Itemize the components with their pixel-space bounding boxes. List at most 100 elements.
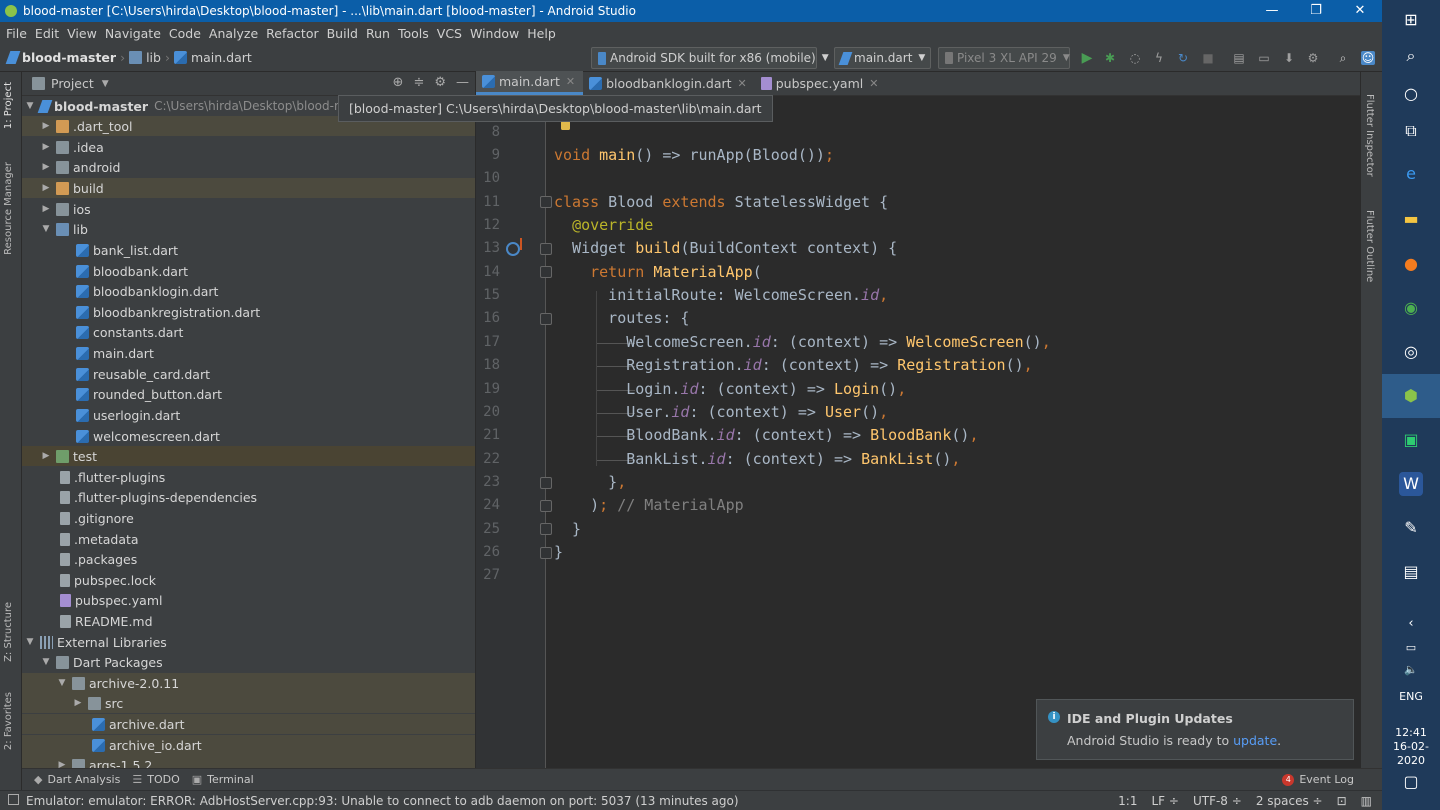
project-view-selector[interactable]: Project: [51, 76, 94, 91]
hot-reload-icon[interactable]: ϟ: [1152, 51, 1166, 65]
task-view-icon[interactable]: ⧉: [1399, 119, 1423, 143]
tree-item[interactable]: bloodbanklogin.dart: [22, 281, 475, 301]
update-notification[interactable]: i IDE and Plugin Updates Android Studio …: [1036, 699, 1354, 760]
tree-item[interactable]: README.md: [22, 611, 475, 631]
attach-icon[interactable]: ◌: [1128, 51, 1142, 65]
breadcrumb-folder[interactable]: lib: [146, 50, 161, 65]
dart-analysis-tool-button[interactable]: ◆ Dart Analysis: [34, 773, 120, 786]
menu-analyze[interactable]: Analyze: [205, 26, 262, 41]
menu-view[interactable]: View: [63, 26, 101, 41]
tree-item[interactable]: ▶ android: [22, 157, 475, 177]
tree-item[interactable]: bank_list.dart: [22, 240, 475, 260]
menu-run[interactable]: Run: [362, 26, 394, 41]
menu-code[interactable]: Code: [165, 26, 205, 41]
minimize-button[interactable]: —: [1250, 0, 1294, 22]
run-icon[interactable]: ▶: [1080, 51, 1094, 65]
flutter-inspector-tool-button[interactable]: Flutter Inspector: [1364, 94, 1375, 177]
fold-icon[interactable]: [540, 547, 552, 559]
tree-item[interactable]: ▼ Dart Packages: [22, 652, 475, 672]
tree-item[interactable]: .packages: [22, 549, 475, 569]
update-link[interactable]: update: [1233, 733, 1277, 748]
caret-position[interactable]: 1:1: [1118, 794, 1137, 808]
tree-item[interactable]: ▼ archive-2.0.11: [22, 673, 475, 693]
tree-item[interactable]: .flutter-plugins: [22, 467, 475, 487]
tree-item[interactable]: pubspec.yaml: [22, 590, 475, 610]
firefox-icon[interactable]: ●: [1399, 252, 1423, 276]
cortana-icon[interactable]: ○: [1399, 82, 1423, 106]
tree-item[interactable]: userlogin.dart: [22, 405, 475, 425]
tree-item[interactable]: bloodbankregistration.dart: [22, 302, 475, 322]
hot-restart-icon[interactable]: ↻: [1176, 51, 1190, 65]
fold-icon[interactable]: [540, 266, 552, 278]
hide-icon[interactable]: —: [456, 75, 469, 90]
tree-item[interactable]: ▶ test: [22, 446, 475, 466]
chevron-up-icon[interactable]: ‹: [1399, 612, 1423, 636]
avd-selector[interactable]: Pixel 3 XL API 29 ▼: [938, 47, 1070, 69]
tree-item[interactable]: bloodbank.dart: [22, 261, 475, 281]
android-studio-taskbar-icon[interactable]: ⬢: [1382, 374, 1440, 418]
notepad-icon[interactable]: ▤: [1399, 560, 1423, 584]
sync-icon[interactable]: ▤: [1232, 51, 1246, 65]
windows-start-icon[interactable]: ⊞: [1399, 8, 1423, 32]
tree-item[interactable]: welcomescreen.dart: [22, 426, 475, 446]
fold-icon[interactable]: [540, 313, 552, 325]
menu-file[interactable]: File: [2, 26, 31, 41]
clock[interactable]: 12:41 16-02-2020: [1382, 726, 1440, 768]
profiler-icon[interactable]: ⚙: [1306, 51, 1320, 65]
tab-main-dart[interactable]: main.dart ✕: [476, 71, 584, 95]
chevron-down-icon[interactable]: ▼: [102, 79, 109, 89]
tree-item[interactable]: main.dart: [22, 343, 475, 363]
maximize-button[interactable]: ❐: [1294, 0, 1338, 22]
tab-pubspec-yaml[interactable]: pubspec.yaml ✕: [755, 71, 887, 95]
panel-toggle-icon[interactable]: [8, 794, 19, 805]
edge-icon[interactable]: e: [1399, 162, 1423, 186]
menu-vcs[interactable]: VCS: [433, 26, 466, 41]
search-icon[interactable]: ⌕: [1336, 51, 1350, 65]
tree-item[interactable]: archive_io.dart: [22, 735, 475, 755]
collapse-all-icon[interactable]: ≑: [413, 75, 424, 90]
menu-window[interactable]: Window: [466, 26, 523, 41]
event-log-tool-button[interactable]: 4 Event Log: [1282, 773, 1354, 786]
stop-icon[interactable]: ■: [1201, 51, 1215, 65]
tree-item[interactable]: .gitignore: [22, 508, 475, 528]
fold-icon[interactable]: [540, 500, 552, 512]
locate-icon[interactable]: ⊕: [393, 75, 404, 90]
lock-icon[interactable]: ⊡: [1337, 794, 1347, 808]
line-separator[interactable]: LF ÷: [1151, 794, 1178, 808]
close-button[interactable]: ✕: [1338, 0, 1382, 22]
breadcrumb-project[interactable]: blood-master: [22, 50, 116, 65]
battery-icon[interactable]: ▭: [1399, 636, 1423, 660]
structure-tool-button[interactable]: Z: Structure: [3, 602, 14, 662]
memory-indicator-icon[interactable]: ▥: [1361, 794, 1372, 808]
tree-item[interactable]: .flutter-plugins-dependencies: [22, 487, 475, 507]
chrome-icon[interactable]: ◉: [1399, 296, 1423, 320]
resource-manager-tool-button[interactable]: Resource Manager: [3, 162, 14, 255]
status-message[interactable]: Emulator: emulator: ERROR: AdbHostServer…: [26, 794, 739, 808]
debug-icon[interactable]: ✱: [1103, 51, 1117, 65]
app-icon[interactable]: ▣: [1399, 428, 1423, 452]
code-editor[interactable]: 8 9 10 11 12 13 14 15 16 17 18 19 20 21 …: [476, 96, 1360, 768]
tree-item[interactable]: ▶ build: [22, 178, 475, 198]
close-icon[interactable]: ✕: [566, 75, 575, 88]
menu-edit[interactable]: Edit: [31, 26, 63, 41]
todo-tool-button[interactable]: ☰ TODO: [132, 773, 179, 786]
tree-item[interactable]: rounded_button.dart: [22, 384, 475, 404]
tree-item[interactable]: ▶ src: [22, 693, 475, 713]
fold-icon[interactable]: [540, 243, 552, 255]
close-icon[interactable]: ✕: [738, 77, 747, 90]
tree-item[interactable]: ▼ External Libraries: [22, 632, 475, 652]
terminal-tool-button[interactable]: ▣ Terminal: [192, 773, 254, 786]
tree-item[interactable]: .metadata: [22, 529, 475, 549]
tree-item[interactable]: archive.dart: [22, 714, 475, 734]
gear-icon[interactable]: ⚙: [434, 75, 446, 90]
tab-bloodbanklogin-dart[interactable]: bloodbanklogin.dart ✕: [583, 71, 755, 95]
indent-setting[interactable]: 2 spaces ÷: [1256, 794, 1323, 808]
input-language[interactable]: ENG: [1382, 690, 1440, 703]
project-tool-button[interactable]: 1: Project: [3, 82, 14, 129]
close-icon[interactable]: ✕: [869, 77, 878, 90]
favorites-tool-button[interactable]: 2: Favorites: [3, 692, 14, 750]
tree-item[interactable]: ▼ lib: [22, 219, 475, 239]
fold-icon[interactable]: [540, 523, 552, 535]
account-icon[interactable]: ☺: [1361, 51, 1375, 65]
tree-item[interactable]: pubspec.lock: [22, 570, 475, 590]
